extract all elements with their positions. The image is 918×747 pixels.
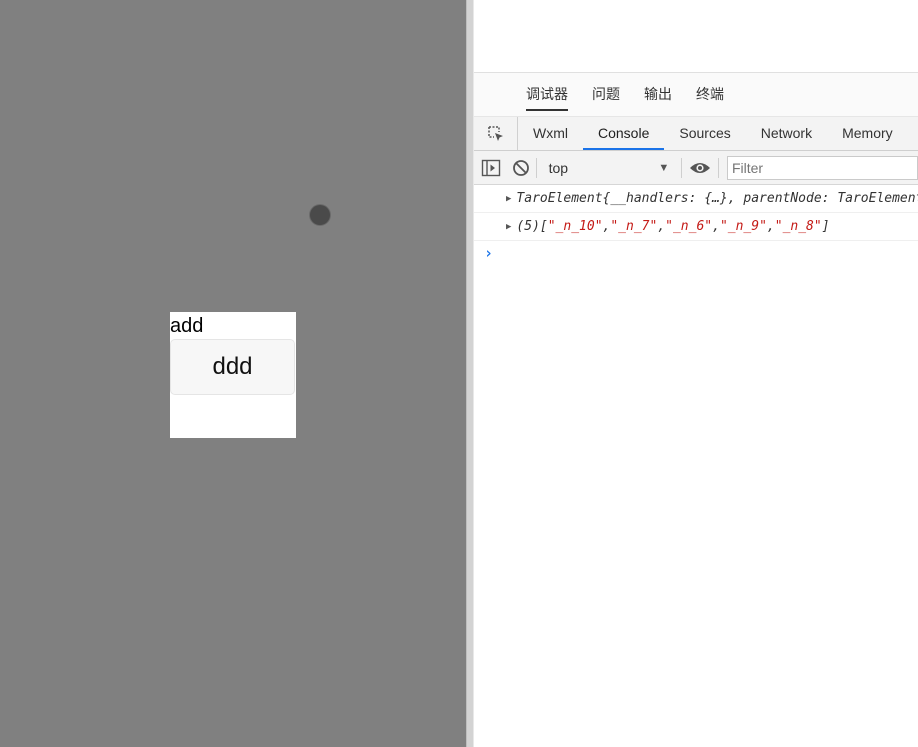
array-item: "_n_6" (665, 219, 713, 234)
toolbar-separator (681, 157, 683, 178)
array-open-bracket: [ (539, 219, 548, 234)
devtools-panel: 调试器 问题 输出 终端 Wxml Console Sources Networ… (474, 0, 918, 747)
tab-sources[interactable]: Sources (664, 117, 745, 150)
expand-triangle-icon[interactable]: ▶ (506, 222, 511, 232)
log-object-body: {__handlers: {…}, parentNode: TaroElemen… (602, 191, 918, 206)
devtools-top-blank (474, 0, 918, 73)
array-close-bracket: ] (821, 219, 830, 234)
expand-triangle-icon[interactable]: ▶ (506, 194, 511, 204)
live-expression-eye-icon[interactable] (686, 154, 714, 181)
array-item: "_n_7" (610, 219, 658, 234)
log-row-taro-element[interactable]: ▶ TaroElement {__handlers: {…}, parentNo… (474, 185, 918, 213)
console-toolbar: top ▼ (474, 151, 918, 185)
show-sidebar-icon[interactable] (480, 154, 502, 181)
floating-ball[interactable] (310, 205, 330, 225)
context-value: top (548, 159, 569, 176)
context-select[interactable]: top ▼ (541, 156, 678, 180)
inspect-element-icon[interactable] (474, 117, 518, 150)
tab-network[interactable]: Network (746, 117, 827, 150)
dropdown-arrow-icon: ▼ (658, 161, 670, 174)
tab-console[interactable]: Console (583, 117, 665, 150)
array-item: "_n_10" (547, 219, 603, 234)
array-item: "_n_8" (774, 219, 822, 234)
tab-terminal[interactable]: 终端 (696, 73, 724, 117)
tab-output[interactable]: 输出 (644, 73, 672, 117)
content-card: add ddd (170, 312, 296, 438)
prompt-chevron-icon: › (484, 244, 494, 262)
log-row-array[interactable]: ▶ (5) [ "_n_10", "_n_7", "_n_6", "_n_9",… (474, 213, 918, 241)
panel-splitter[interactable] (466, 0, 474, 747)
console-log: ▶ TaroElement {__handlers: {…}, parentNo… (474, 185, 918, 265)
tab-wxml[interactable]: Wxml (518, 117, 583, 150)
toolbar-separator (718, 157, 719, 178)
tab-issues[interactable]: 问题 (592, 73, 620, 117)
clear-console-icon[interactable] (510, 154, 532, 181)
log-object-name: TaroElement (516, 191, 603, 206)
simulator-viewport: add ddd (0, 0, 466, 747)
tab-debugger[interactable]: 调试器 (526, 73, 568, 117)
tab-memory[interactable]: Memory (827, 117, 908, 150)
array-item: "_n_9" (719, 219, 767, 234)
card-text: add (170, 315, 204, 337)
filter-input[interactable] (726, 155, 918, 180)
debugger-tabs: 调试器 问题 输出 终端 (474, 73, 918, 117)
panel-tabs: Wxml Console Sources Network Memory (474, 117, 918, 151)
console-prompt[interactable]: › (474, 241, 918, 265)
ddd-button[interactable]: ddd (170, 339, 295, 395)
toolbar-separator (535, 157, 537, 178)
array-count: (5) (516, 219, 540, 234)
